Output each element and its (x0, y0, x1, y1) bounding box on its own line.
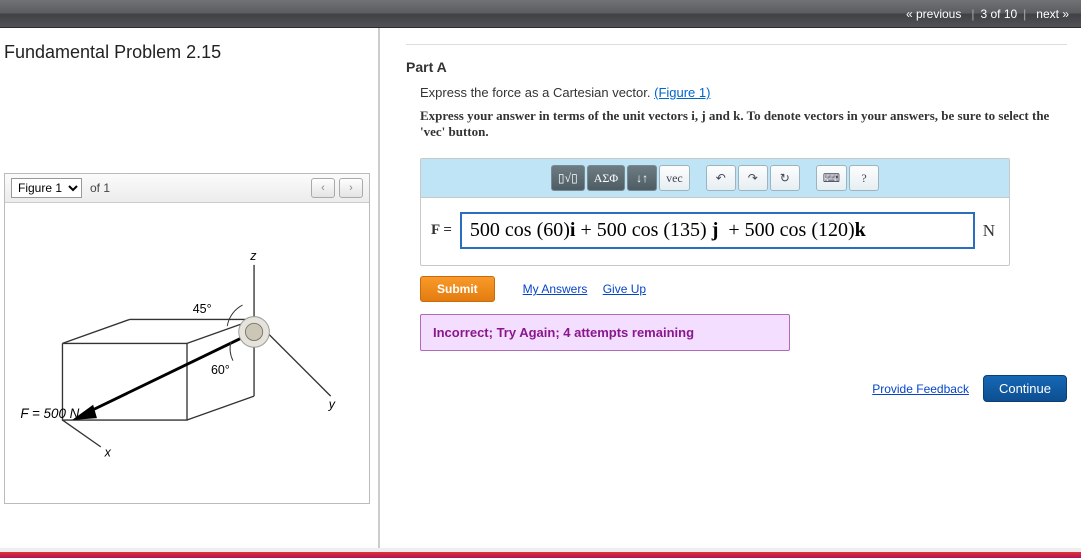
figure-diagram: z y x 45° 60° F = 500 N (5, 203, 369, 503)
bottom-row: Provide Feedback Continue (406, 375, 1067, 402)
vec-button[interactable]: vec (659, 165, 690, 191)
left-column: Fundamental Problem 2.15 Figure 1 of 1 ‹… (0, 28, 380, 548)
figure-panel: Figure 1 of 1 ‹ › (4, 173, 370, 504)
previous-link[interactable]: « previous (902, 7, 965, 21)
undo-button[interactable]: ↶ (706, 165, 736, 191)
provide-feedback-link[interactable]: Provide Feedback (872, 382, 969, 396)
action-row: Submit My Answers Give Up (420, 276, 1067, 302)
nav-position: 3 of 10 (980, 7, 1017, 21)
angle-60-label: 60° (211, 363, 230, 377)
figure-select[interactable]: Figure 1 (11, 178, 82, 198)
axis-z-label: z (249, 249, 257, 263)
keyboard-button[interactable]: ⌨ (816, 165, 847, 191)
give-up-link[interactable]: Give Up (603, 282, 646, 296)
redo-button[interactable]: ↷ (738, 165, 768, 191)
format-hint: Express your answer in terms of the unit… (420, 108, 1067, 140)
figure-count: of 1 (90, 181, 110, 195)
answer-lhs: F = (431, 222, 452, 239)
next-link[interactable]: next » (1032, 7, 1073, 21)
greek-button[interactable]: ΑΣΦ (587, 165, 625, 191)
footer-bar (0, 552, 1081, 558)
answer-input[interactable]: 500 cos (60)i + 500 cos (135) j + 500 co… (460, 212, 975, 249)
instruction-text: Express the force as a Cartesian vector.… (420, 85, 1067, 100)
top-nav: « previous | 3 of 10 | next » (0, 0, 1081, 28)
figure-header: Figure 1 of 1 ‹ › (5, 174, 369, 203)
nav-separator: | (971, 7, 974, 21)
help-button[interactable]: ? (849, 165, 879, 191)
right-column: Part A Express the force as a Cartesian … (380, 28, 1081, 548)
templates-button[interactable]: ▯√▯ (551, 165, 585, 191)
answer-row: F = 500 cos (60)i + 500 cos (135) j + 50… (421, 198, 1009, 265)
my-answers-link[interactable]: My Answers (523, 282, 588, 296)
answer-box: ▯√▯ ΑΣΦ ↓↑ vec ↶ ↷ ↻ ⌨ ? F = 500 cos (60… (420, 158, 1010, 266)
axis-y-label: y (328, 398, 336, 412)
problem-title: Fundamental Problem 2.15 (4, 42, 370, 63)
axis-x-label: x (104, 445, 112, 459)
force-label: F = 500 N (20, 406, 79, 421)
submit-button[interactable]: Submit (420, 276, 495, 302)
part-title: Part A (406, 59, 1067, 75)
reset-button[interactable]: ↻ (770, 165, 800, 191)
subscript-button[interactable]: ↓↑ (627, 165, 657, 191)
figure-next-button[interactable]: › (339, 178, 363, 198)
angle-45-label: 45° (193, 302, 212, 316)
nav-separator: | (1023, 7, 1026, 21)
answer-unit: N (983, 221, 999, 241)
figure-link[interactable]: (Figure 1) (654, 85, 710, 100)
equation-toolbar: ▯√▯ ΑΣΦ ↓↑ vec ↶ ↷ ↻ ⌨ ? (421, 159, 1009, 198)
figure-prev-button[interactable]: ‹ (311, 178, 335, 198)
feedback-message: Incorrect; Try Again; 4 attempts remaini… (420, 314, 790, 351)
continue-button[interactable]: Continue (983, 375, 1067, 402)
